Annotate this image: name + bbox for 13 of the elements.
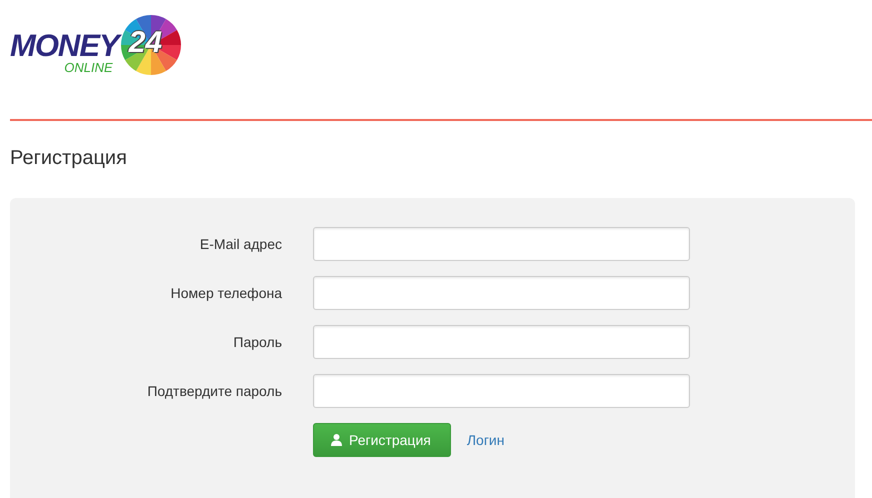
logo-tagline: ONLINE xyxy=(64,61,113,74)
input-field[interactable] xyxy=(313,374,690,408)
field-label: Номер телефона xyxy=(170,285,283,301)
input-field[interactable] xyxy=(313,325,690,359)
page-title: Регистрация xyxy=(10,147,128,170)
register-button[interactable]: Регистрация xyxy=(313,423,451,457)
user-icon xyxy=(331,434,342,446)
field-label: Пароль xyxy=(232,334,283,350)
login-link[interactable]: Логин xyxy=(466,432,504,448)
field-label: E-Mail адрес xyxy=(198,236,283,252)
input-field[interactable] xyxy=(313,227,690,261)
field-label: Подтвердите пароль xyxy=(146,383,283,399)
input-field[interactable] xyxy=(313,276,690,310)
